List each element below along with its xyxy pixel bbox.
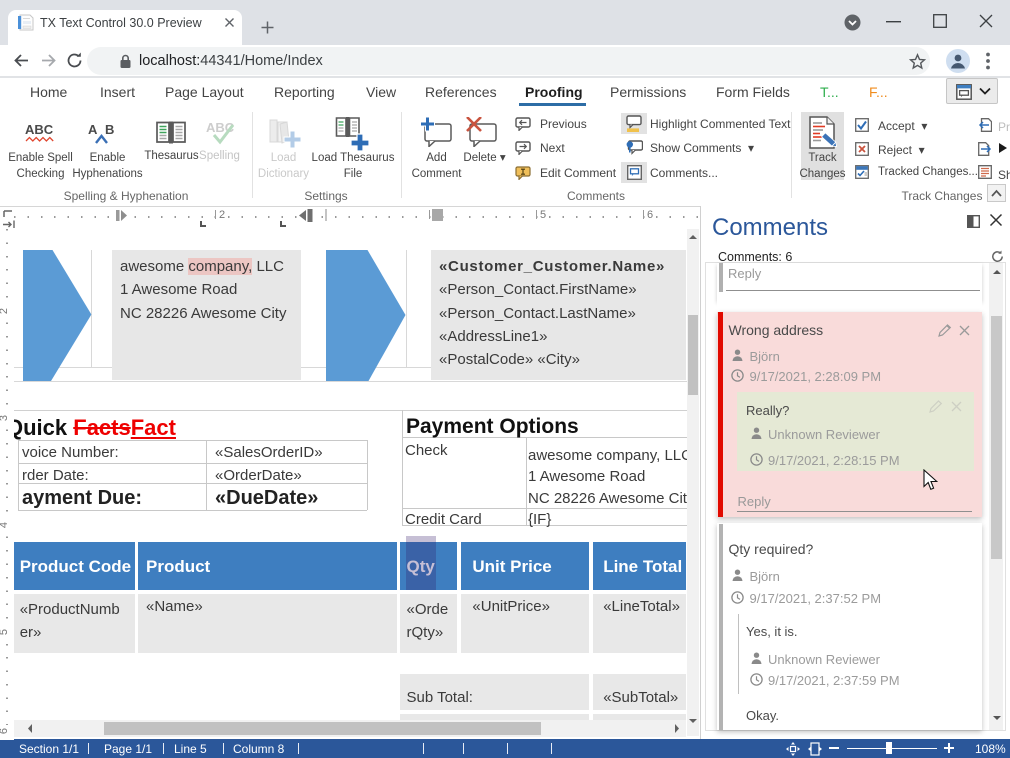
svg-text:B: B: [105, 122, 114, 137]
svg-text:A: A: [88, 122, 98, 137]
svg-text:ABC: ABC: [25, 122, 54, 137]
